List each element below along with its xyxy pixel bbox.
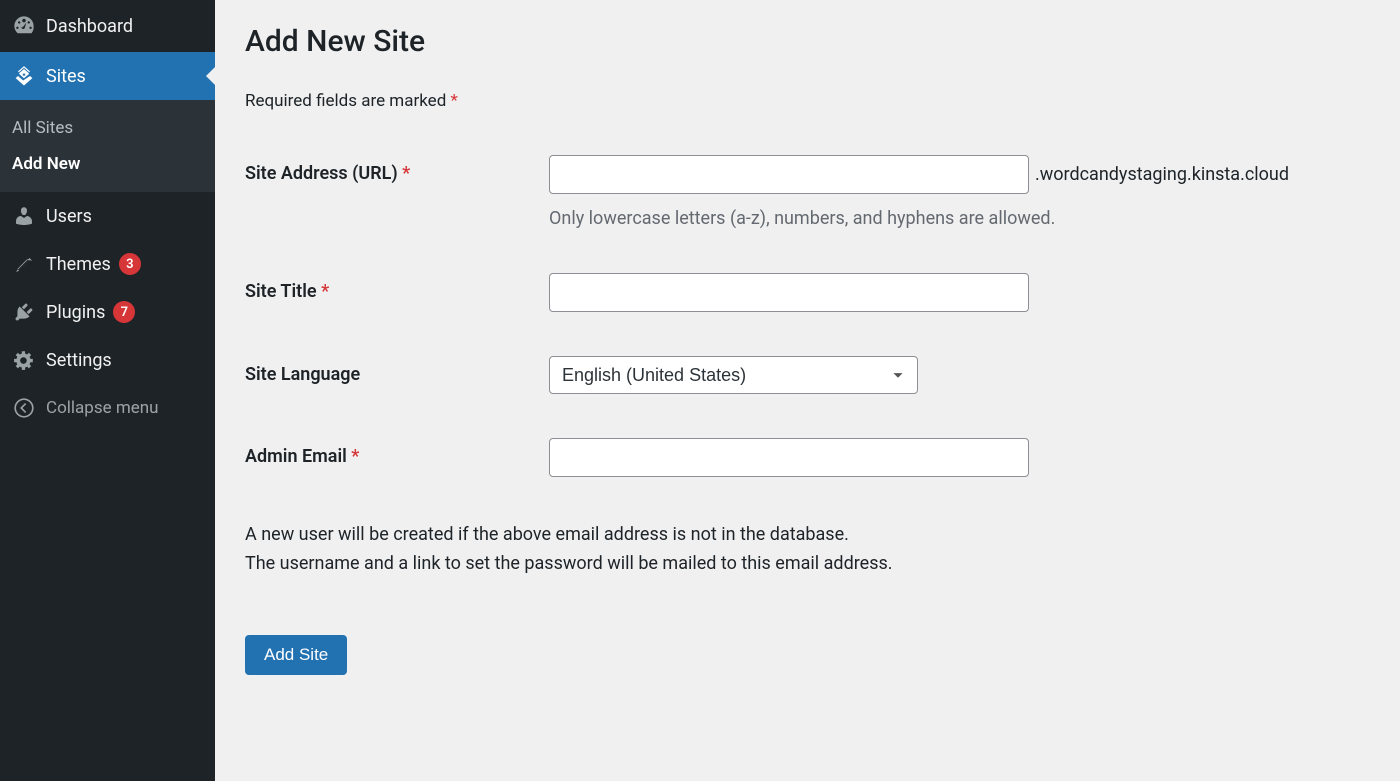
site-language-select[interactable]: English (United States) [549,356,918,394]
field-row-email: Admin Email * [245,438,1370,477]
field-row-address: Site Address (URL) * .wordcandystaging.k… [245,155,1370,229]
address-hint: Only lowercase letters (a-z), numbers, a… [549,208,1370,229]
required-fields-note: Required fields are marked * [245,91,1370,111]
add-site-button[interactable]: Add Site [245,635,347,675]
address-label: Site Address (URL) * [245,155,549,184]
collapse-menu[interactable]: Collapse menu [0,384,215,432]
required-mark: * [451,91,458,111]
themes-icon [12,252,36,276]
sidebar-item-settings[interactable]: Settings [0,336,215,384]
plugins-icon [12,300,36,324]
plugins-badge: 7 [113,301,135,323]
themes-badge: 3 [119,253,141,275]
submenu-add-new[interactable]: Add New [0,146,215,182]
sidebar-item-dashboard[interactable]: Dashboard [0,0,215,52]
sidebar-item-users[interactable]: Users [0,192,215,240]
site-title-input[interactable] [549,273,1029,312]
site-address-input[interactable] [549,155,1029,194]
email-info: A new user will be created if the above … [245,521,1370,579]
admin-sidebar: Dashboard Sites All Sites Add New Users … [0,0,215,781]
users-icon [12,204,36,228]
sidebar-label: Settings [46,350,112,371]
sidebar-label: Plugins [46,302,105,323]
sidebar-label: Sites [46,66,86,87]
domain-suffix: .wordcandystaging.kinsta.cloud [1035,164,1289,185]
submenu-all-sites[interactable]: All Sites [0,110,215,146]
sidebar-item-plugins[interactable]: Plugins 7 [0,288,215,336]
sidebar-label: Themes [46,254,111,275]
sidebar-item-themes[interactable]: Themes 3 [0,240,215,288]
language-label: Site Language [245,356,549,385]
field-row-title: Site Title * [245,273,1370,312]
main-content: Add New Site Required fields are marked … [215,0,1400,781]
sites-submenu: All Sites Add New [0,100,215,192]
admin-email-input[interactable] [549,438,1029,477]
page-title: Add New Site [245,24,1370,59]
field-row-language: Site Language English (United States) [245,356,1370,394]
dashboard-icon [12,14,36,38]
collapse-icon [12,396,36,420]
settings-icon [12,348,36,372]
sidebar-label: Dashboard [46,16,133,37]
sidebar-label: Users [46,206,92,227]
email-label: Admin Email * [245,438,549,467]
collapse-label: Collapse menu [46,398,159,418]
title-label: Site Title * [245,273,549,302]
sidebar-item-sites[interactable]: Sites [0,52,215,100]
sites-icon [12,64,36,88]
